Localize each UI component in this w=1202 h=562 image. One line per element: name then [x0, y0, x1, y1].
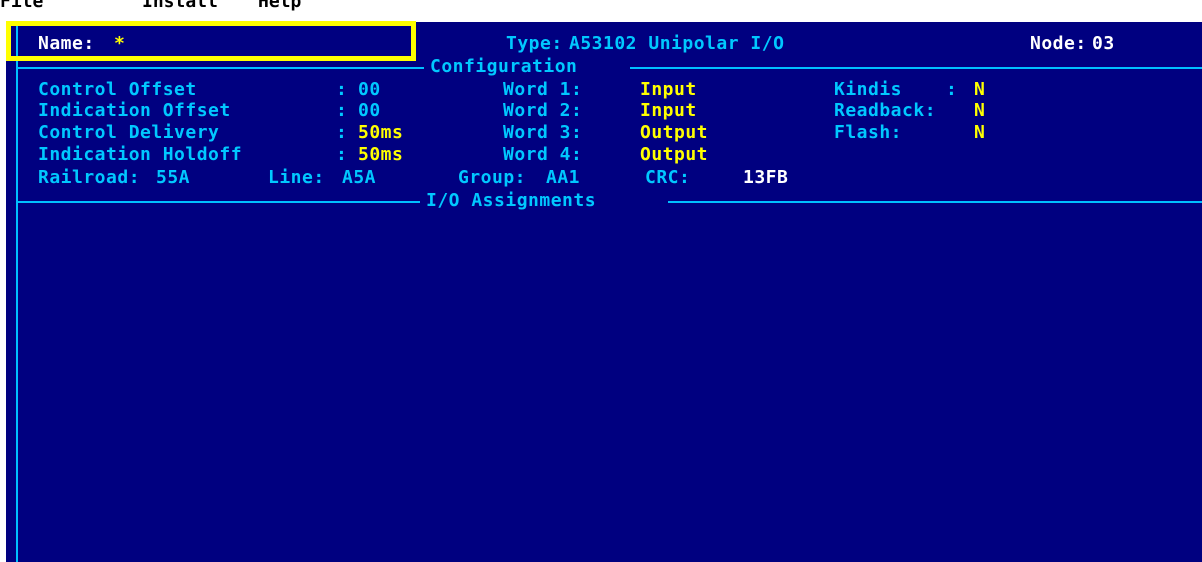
menu-file[interactable]: File	[0, 0, 43, 13]
word-4-value: Output	[640, 144, 709, 165]
word-3-value: Output	[640, 122, 709, 143]
group-label: Group:	[458, 167, 527, 188]
word-1-label: Word 1:	[503, 79, 583, 100]
indication-holdoff-value: 50ms	[358, 144, 404, 165]
indication-holdoff-colon: :	[336, 144, 348, 165]
type-label: Type:	[506, 33, 563, 54]
word-2-value: Input	[640, 100, 697, 121]
flash-label: Flash:	[834, 122, 903, 143]
crc-value: 13FB	[743, 167, 789, 188]
configuration-title: Configuration	[424, 57, 584, 77]
node-label: Node:	[1030, 33, 1087, 54]
word-4-label: Word 4:	[503, 144, 583, 165]
word-2-label: Word 2:	[503, 100, 583, 121]
menu-bar: File Install Help	[0, 0, 1202, 22]
word-1-value: Input	[640, 79, 697, 100]
kindis-value: N	[974, 79, 986, 100]
indication-offset-value: 00	[358, 100, 381, 121]
configuration-divider-right	[630, 67, 1202, 69]
line-label: Line:	[268, 167, 325, 188]
indication-offset-label: Indication Offset	[38, 100, 231, 121]
control-delivery-value: 50ms	[358, 122, 404, 143]
configuration-divider-left	[16, 67, 424, 69]
flash-value: N	[974, 122, 986, 143]
control-offset-colon: :	[336, 79, 348, 100]
indication-offset-colon: :	[336, 100, 348, 121]
control-offset-label: Control Offset	[38, 79, 197, 100]
kindis-label: Kindis	[834, 79, 903, 100]
group-value: AA1	[546, 167, 581, 188]
railroad-value: 55A	[156, 167, 191, 188]
node-value: 03	[1092, 33, 1115, 54]
railroad-label: Railroad:	[38, 167, 141, 188]
kindis-colon: :	[946, 79, 958, 100]
name-value[interactable]: *	[114, 34, 125, 54]
name-label: Name:	[38, 33, 95, 54]
io-assignments-area[interactable]	[18, 203, 1202, 562]
line-value: A5A	[342, 167, 377, 188]
readback-label: Readback:	[834, 100, 937, 121]
control-offset-value: 00	[358, 79, 381, 100]
control-delivery-colon: :	[336, 122, 348, 143]
indication-holdoff-label: Indication Holdoff	[38, 144, 243, 165]
word-3-label: Word 3:	[503, 122, 583, 143]
readback-value: N	[974, 100, 986, 121]
terminal-screen: Name: * Type: A53102 Unipolar I/O Node: …	[6, 22, 1202, 562]
control-delivery-label: Control Delivery	[38, 122, 220, 143]
crc-label: CRC:	[645, 167, 691, 188]
type-value: A53102 Unipolar I/O	[569, 33, 785, 54]
menu-install[interactable]: Install	[142, 0, 218, 13]
menu-help[interactable]: Help	[258, 0, 301, 13]
